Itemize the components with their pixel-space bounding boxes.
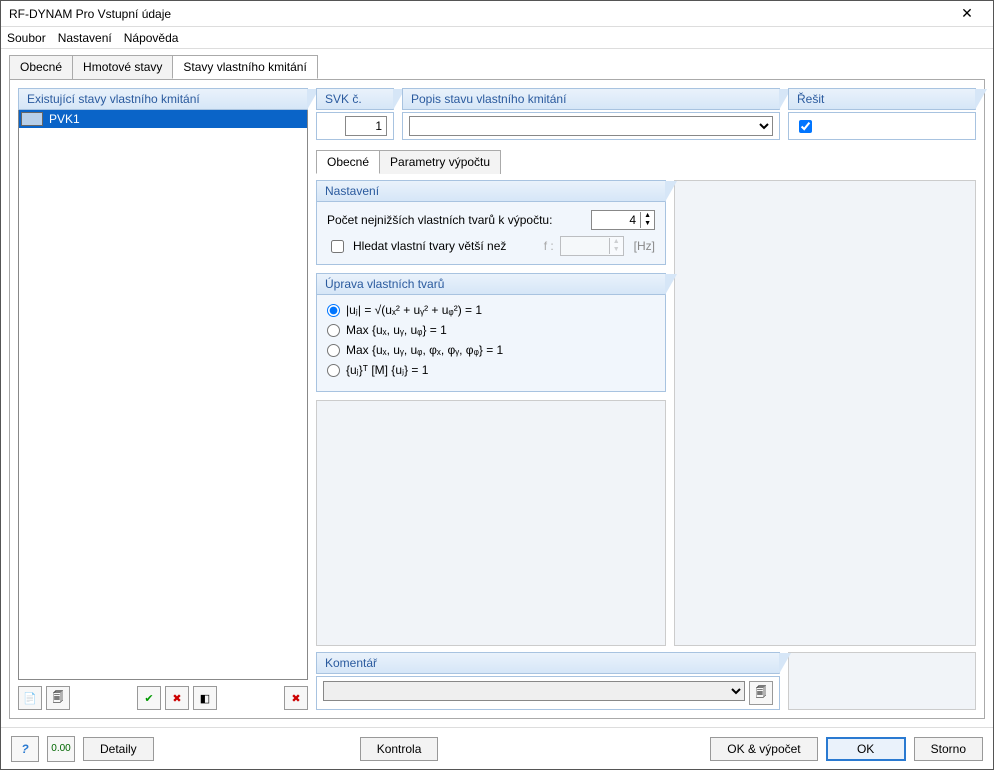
scaling-option-4-label: {uⱼ}ᵀ [M] {uⱼ} = 1	[346, 363, 428, 377]
comment-side-placeholder	[788, 652, 976, 710]
scaling-group: Úprava vlastních tvarů |uⱼ| = √(uₓ² + uᵧ…	[316, 273, 666, 392]
menu-file[interactable]: Soubor	[7, 31, 46, 45]
ok-button[interactable]: OK	[826, 737, 906, 761]
subtab-general[interactable]: Obecné	[316, 150, 380, 174]
toggle-all-icon[interactable]: ◧	[193, 686, 217, 710]
copy-icon[interactable]: 🗐	[46, 686, 70, 710]
body-row: Nastavení Počet nejnižších vlastních tva…	[316, 180, 976, 646]
details-button[interactable]: Detaily	[83, 737, 154, 761]
popis-header: Popis stavu vlastního kmitání	[402, 88, 780, 110]
scaling-option-3-label: Max {uₓ, uᵧ, uᵩ, φₓ, φᵧ, φᵩ} = 1	[346, 343, 503, 357]
main-tabs: Obecné Hmotové stavy Stavy vlastního kmi…	[9, 55, 985, 79]
content-frame: Existující stavy vlastního kmitání PVK1 …	[9, 79, 985, 719]
right-panel: SVK č. Popis stavu vlastního kmitání Řeš…	[316, 88, 976, 710]
search-above-checkbox[interactable]	[331, 240, 344, 253]
scaling-option-1-label: |uⱼ| = √(uₓ² + uᵧ² + uᵩ²) = 1	[346, 303, 482, 317]
color-swatch	[21, 112, 43, 126]
description-combobox[interactable]	[409, 116, 773, 136]
menu-help[interactable]: Nápověda	[124, 31, 179, 45]
new-icon[interactable]: 📄	[18, 686, 42, 710]
tab-natural-vibration-cases[interactable]: Stavy vlastního kmitání	[172, 55, 317, 79]
aux-panel	[674, 180, 976, 646]
ok-calc-button[interactable]: OK & výpočet	[710, 737, 817, 761]
spinner-up-icon: ▲	[610, 238, 623, 246]
freq-spinner: ▲▼	[560, 236, 624, 256]
comment-combobox[interactable]	[323, 681, 745, 701]
settings-group: Nastavení Počet nejnižších vlastních tva…	[316, 180, 666, 265]
uncheck-all-icon[interactable]: ✖	[165, 686, 189, 710]
delete-icon[interactable]: ✖	[284, 686, 308, 710]
settings-group-header: Nastavení	[317, 181, 665, 202]
list-item-label: PVK1	[47, 112, 80, 126]
header-row: SVK č. Popis stavu vlastního kmitání Řeš…	[316, 88, 976, 140]
scaling-option-3-radio[interactable]	[327, 344, 340, 357]
search-above-label: Hledat vlastní tvary větší než	[353, 239, 538, 253]
comment-row: Komentář 🗐	[316, 652, 976, 710]
menu-settings[interactable]: Nastavení	[58, 31, 112, 45]
sub-tabs: Obecné Parametry výpočtu	[316, 150, 976, 174]
spinner-down-icon: ▼	[610, 246, 623, 254]
solve-checkbox[interactable]	[799, 120, 812, 133]
freq-unit: [Hz]	[634, 239, 655, 253]
modes-spinner[interactable]: ▲▼	[591, 210, 655, 230]
help-icon[interactable]: ?	[11, 736, 39, 762]
scaling-option-1-radio[interactable]	[327, 304, 340, 317]
comment-library-icon[interactable]: 🗐	[749, 681, 773, 705]
cancel-button[interactable]: Storno	[914, 737, 983, 761]
close-icon[interactable]: ✕	[949, 5, 985, 22]
left-toolbar: 📄 🗐 ✔ ✖ ◧ ✖	[18, 686, 308, 710]
left-panel: Existující stavy vlastního kmitání PVK1 …	[18, 88, 308, 710]
list-item[interactable]: PVK1	[19, 110, 307, 128]
nvc-list[interactable]: PVK1	[18, 110, 308, 680]
menubar: Soubor Nastavení Nápověda	[1, 27, 993, 49]
comment-header: Komentář	[316, 652, 780, 674]
svk-header: SVK č.	[316, 88, 394, 110]
tab-mass-cases[interactable]: Hmotové stavy	[72, 55, 173, 79]
settings-column: Nastavení Počet nejnižších vlastních tva…	[316, 180, 666, 646]
modes-label: Počet nejnižších vlastních tvarů k výpoč…	[327, 213, 585, 227]
spinner-up-icon[interactable]: ▲	[641, 212, 654, 220]
check-all-icon[interactable]: ✔	[137, 686, 161, 710]
resit-header: Řešit	[788, 88, 976, 110]
check-button[interactable]: Kontrola	[360, 737, 439, 761]
footer: ? 0.00 Detaily Kontrola OK & výpočet OK …	[1, 727, 993, 769]
units-icon[interactable]: 0.00	[47, 736, 75, 762]
titlebar: RF-DYNAM Pro Vstupní údaje ✕	[1, 1, 993, 27]
modes-input[interactable]	[592, 211, 640, 229]
left-panel-header: Existující stavy vlastního kmitání	[18, 88, 308, 110]
scaling-option-2-label: Max {uₓ, uᵧ, uᵩ} = 1	[346, 323, 447, 337]
freq-input	[561, 237, 609, 255]
scaling-group-header: Úprava vlastních tvarů	[317, 274, 665, 295]
tab-general[interactable]: Obecné	[9, 55, 73, 79]
svk-number-input[interactable]	[345, 116, 387, 136]
scaling-option-2-radio[interactable]	[327, 324, 340, 337]
subtab-calc-params[interactable]: Parametry výpočtu	[379, 150, 501, 174]
empty-placeholder	[316, 400, 666, 646]
window-title: RF-DYNAM Pro Vstupní údaje	[9, 7, 949, 21]
app-window: RF-DYNAM Pro Vstupní údaje ✕ Soubor Nast…	[0, 0, 994, 770]
spinner-down-icon[interactable]: ▼	[641, 220, 654, 228]
scaling-option-4-radio[interactable]	[327, 364, 340, 377]
freq-label: f :	[544, 239, 554, 253]
